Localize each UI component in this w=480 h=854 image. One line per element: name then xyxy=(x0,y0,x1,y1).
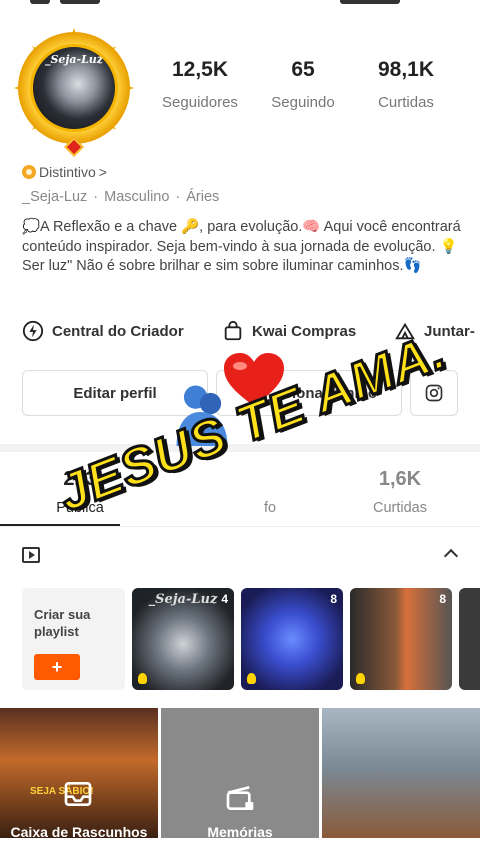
playlist-thumb-partial[interactable] xyxy=(459,588,480,690)
create-playlist-button[interactable]: + xyxy=(34,654,80,680)
bulb-icon xyxy=(356,673,365,684)
bulb-icon xyxy=(138,673,147,684)
stat-label: Seguindo xyxy=(271,94,335,111)
profile-bio: 💭A Reflexão e a chave 🔑, para evolução.🧠… xyxy=(22,219,461,274)
tool-label: Central do Criador xyxy=(52,322,184,340)
video-cell[interactable] xyxy=(322,708,480,838)
tabs-divider xyxy=(0,526,480,527)
avatar-image: _Seja-Luz xyxy=(30,44,118,132)
shopping-bag-icon xyxy=(224,320,242,341)
stat-likes[interactable]: 98,1K Curtidas xyxy=(356,58,456,111)
create-playlist-label: Criar sua playlist xyxy=(34,607,91,639)
badge-link[interactable]: Distintivo > xyxy=(22,164,107,180)
badge-icon xyxy=(22,165,36,179)
stat-label: Curtidas xyxy=(378,94,434,111)
drafts-cell[interactable]: SEJA SÁBIO! Caixa de Rascunhos xyxy=(0,708,158,838)
playlist-count: 8 xyxy=(330,592,337,606)
clapperboard-icon xyxy=(226,786,254,810)
playlist-thumb[interactable]: _Seja-Luz 4 xyxy=(132,588,234,690)
playlist-count: 8 xyxy=(439,592,446,606)
playlist-header xyxy=(22,545,462,567)
tab-count: 1,6K xyxy=(378,468,422,490)
chevron-right-icon: > xyxy=(98,164,107,180)
tab-label: Curtidas xyxy=(373,500,427,516)
status-bar-remnant xyxy=(0,0,480,14)
inbox-icon xyxy=(64,782,92,806)
tab-label: fo xyxy=(263,500,277,516)
tool-label: Kwai Compras xyxy=(252,322,357,340)
gender: Masculino xyxy=(104,189,170,205)
stat-following[interactable]: 65 Seguindo xyxy=(253,58,353,111)
memories-cell[interactable]: Memórias xyxy=(161,708,319,838)
stat-followers[interactable]: 12,5K Seguidores xyxy=(150,58,250,111)
avatar-logo-text: _Seja-Luz xyxy=(44,53,104,66)
bolt-circle-icon xyxy=(22,320,44,342)
playlist-count: 4 xyxy=(221,592,228,606)
avatar[interactable]: _Seja-Luz xyxy=(14,28,134,157)
stat-value: 65 xyxy=(291,58,315,81)
bottom-nav xyxy=(0,838,480,854)
drafts-label: Caixa de Rascunhos xyxy=(10,824,148,838)
profile-meta: _Seja-Luz · Masculino · Áries xyxy=(22,189,220,205)
profile-stats: 12,5K Seguidores 65 Seguindo 98,1K Curti… xyxy=(150,58,480,118)
zodiac: Áries xyxy=(186,189,220,205)
playlist-icon xyxy=(22,547,40,563)
creator-center-button[interactable]: Central do Criador xyxy=(22,320,184,342)
chevron-up-icon[interactable] xyxy=(443,548,459,564)
stat-value: 12,5K xyxy=(171,58,229,81)
playlist-thumb[interactable]: 8 xyxy=(350,588,452,690)
badge-label: Distintivo xyxy=(39,164,96,180)
bulb-icon xyxy=(247,673,256,684)
thumb-caption: _Seja-Luz xyxy=(148,592,218,607)
tab-likes[interactable]: 1,6K Curtidas xyxy=(340,468,460,516)
username: _Seja-Luz xyxy=(22,189,88,205)
create-playlist-card[interactable]: Criar sua playlist + xyxy=(22,588,125,690)
playlist-thumb[interactable]: 8 xyxy=(241,588,343,690)
stat-value: 98,1K xyxy=(377,58,435,81)
kwai-shop-button[interactable]: Kwai Compras xyxy=(222,320,356,342)
memories-label: Memórias xyxy=(207,824,273,838)
stat-label: Seguidores xyxy=(162,94,238,111)
